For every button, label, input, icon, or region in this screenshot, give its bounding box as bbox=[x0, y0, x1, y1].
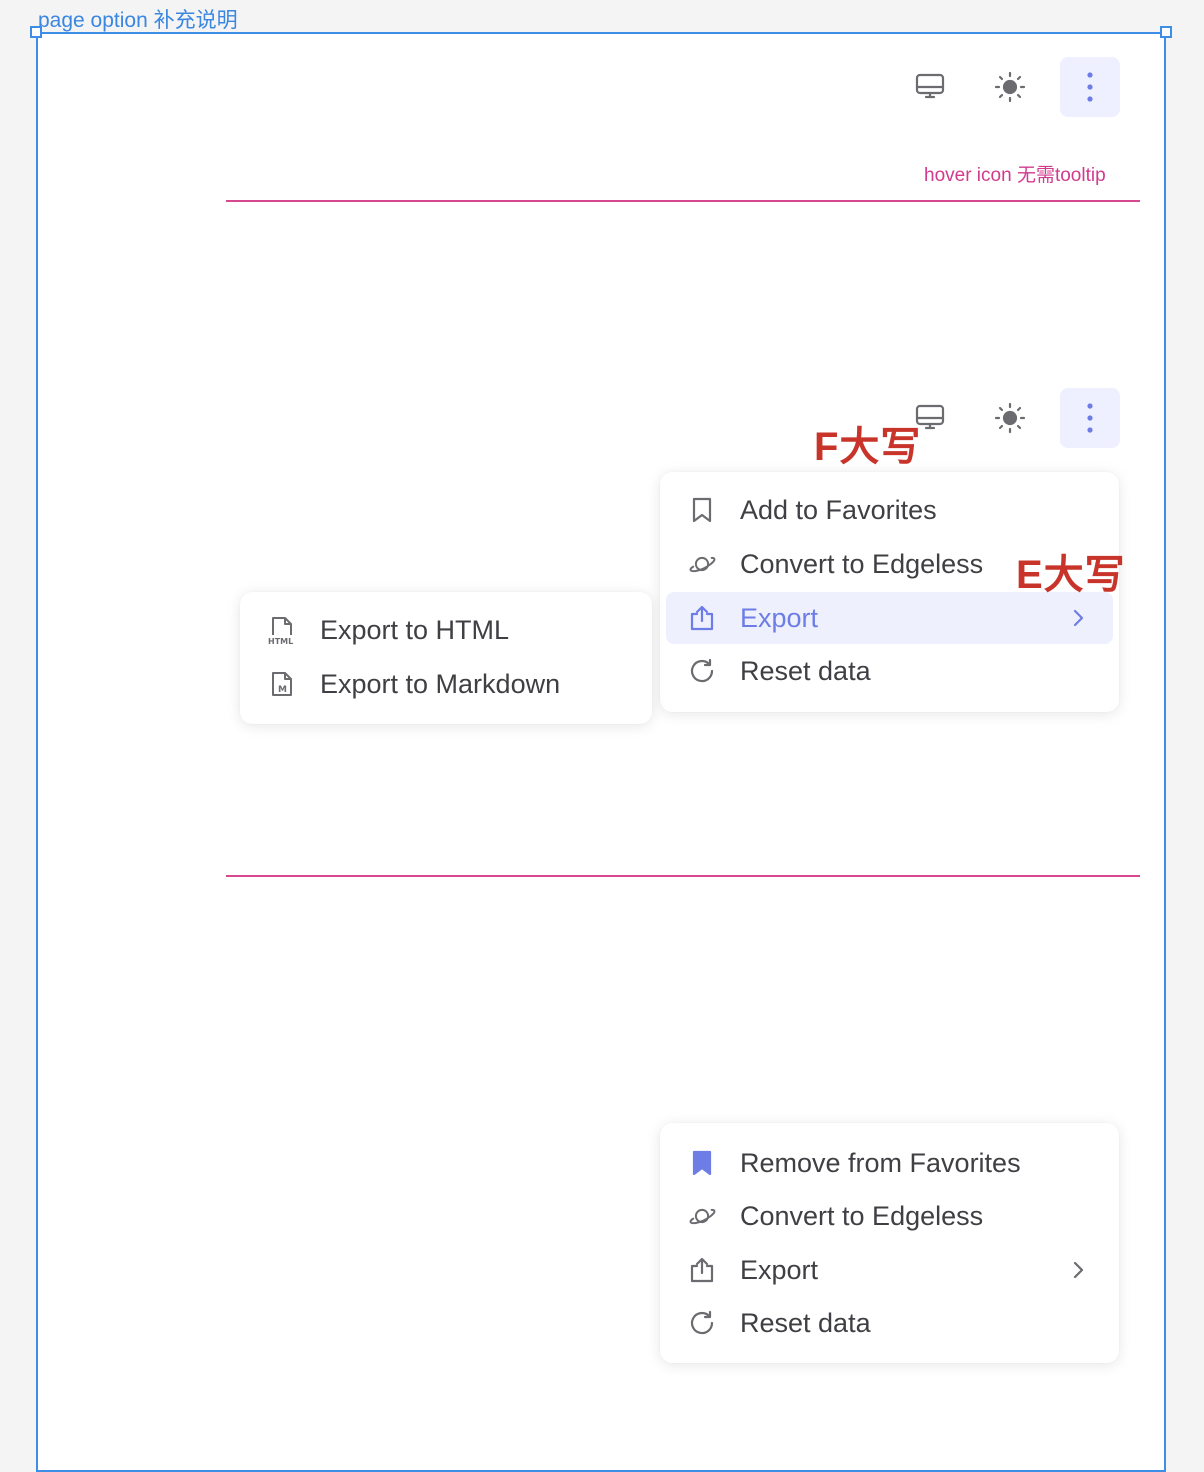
menu-item-label: Remove from Favorites bbox=[740, 1147, 1021, 1178]
resize-handle[interactable] bbox=[30, 26, 42, 38]
more-vertical-icon bbox=[1087, 403, 1093, 433]
html-file-icon: HTML bbox=[268, 616, 296, 645]
markdown-file-icon: M bbox=[268, 670, 296, 698]
planet-icon bbox=[688, 550, 716, 578]
export-icon bbox=[688, 1256, 716, 1284]
menu-item-label: Add to Favorites bbox=[740, 494, 937, 525]
theme-button[interactable] bbox=[980, 57, 1040, 117]
divider-line bbox=[226, 875, 1140, 877]
svg-text:M: M bbox=[278, 685, 287, 695]
menu-item-add-favorites[interactable]: Add to Favorites bbox=[666, 484, 1113, 536]
hover-note: hover icon 无需tooltip bbox=[924, 165, 1106, 186]
export-submenu: HTML Export to HTML M Export to Markdown bbox=[240, 592, 652, 724]
menu-item-reset-data[interactable]: Reset data bbox=[666, 645, 1113, 697]
menu-item-convert-edgeless[interactable]: Convert to Edgeless bbox=[666, 1190, 1113, 1242]
menu-item-export-markdown[interactable]: M Export to Markdown bbox=[246, 658, 646, 710]
bookmark-filled-icon bbox=[688, 1149, 716, 1177]
divider-line bbox=[226, 200, 1140, 202]
planet-icon bbox=[688, 1202, 716, 1230]
bookmark-icon bbox=[688, 496, 716, 524]
resize-handle[interactable] bbox=[1160, 26, 1172, 38]
more-button[interactable] bbox=[1060, 388, 1120, 448]
menu-item-reset-data[interactable]: Reset data bbox=[666, 1297, 1113, 1349]
reset-icon bbox=[688, 657, 716, 685]
more-button[interactable] bbox=[1060, 57, 1120, 117]
chevron-right-icon bbox=[1073, 609, 1084, 627]
menu-item-label: Convert to Edgeless bbox=[740, 548, 984, 579]
menu-item-label: Reset data bbox=[740, 655, 871, 686]
menu-item-label: Export to HTML bbox=[320, 614, 510, 645]
reset-icon bbox=[688, 1309, 716, 1337]
page-options-menu-favorited: Remove from Favorites Convert to Edgeles… bbox=[660, 1123, 1119, 1363]
theme-button[interactable] bbox=[980, 388, 1040, 448]
sun-icon bbox=[994, 402, 1026, 434]
monitor-icon bbox=[915, 73, 945, 99]
frame-label: page option 补充说明 bbox=[38, 9, 238, 32]
menu-item-remove-favorites[interactable]: Remove from Favorites bbox=[666, 1137, 1113, 1189]
menu-item-label: Convert to Edgeless bbox=[740, 1200, 984, 1231]
monitor-button[interactable] bbox=[900, 57, 960, 117]
menu-item-export-html[interactable]: HTML Export to HTML bbox=[246, 604, 646, 656]
more-vertical-icon bbox=[1087, 72, 1093, 102]
menu-item-label: Export bbox=[740, 602, 819, 633]
svg-text:HTML: HTML bbox=[268, 637, 293, 645]
e-uppercase-note: E大写 bbox=[1016, 553, 1126, 597]
menu-item-export[interactable]: Export bbox=[666, 1244, 1113, 1296]
export-icon bbox=[688, 604, 716, 632]
menu-item-label: Reset data bbox=[740, 1307, 871, 1338]
chevron-right-icon bbox=[1073, 1261, 1084, 1279]
menu-item-label: Export to Markdown bbox=[320, 668, 561, 699]
sun-icon bbox=[994, 71, 1026, 103]
menu-item-label: Export bbox=[740, 1254, 819, 1285]
f-uppercase-note: F大写 bbox=[814, 425, 922, 469]
